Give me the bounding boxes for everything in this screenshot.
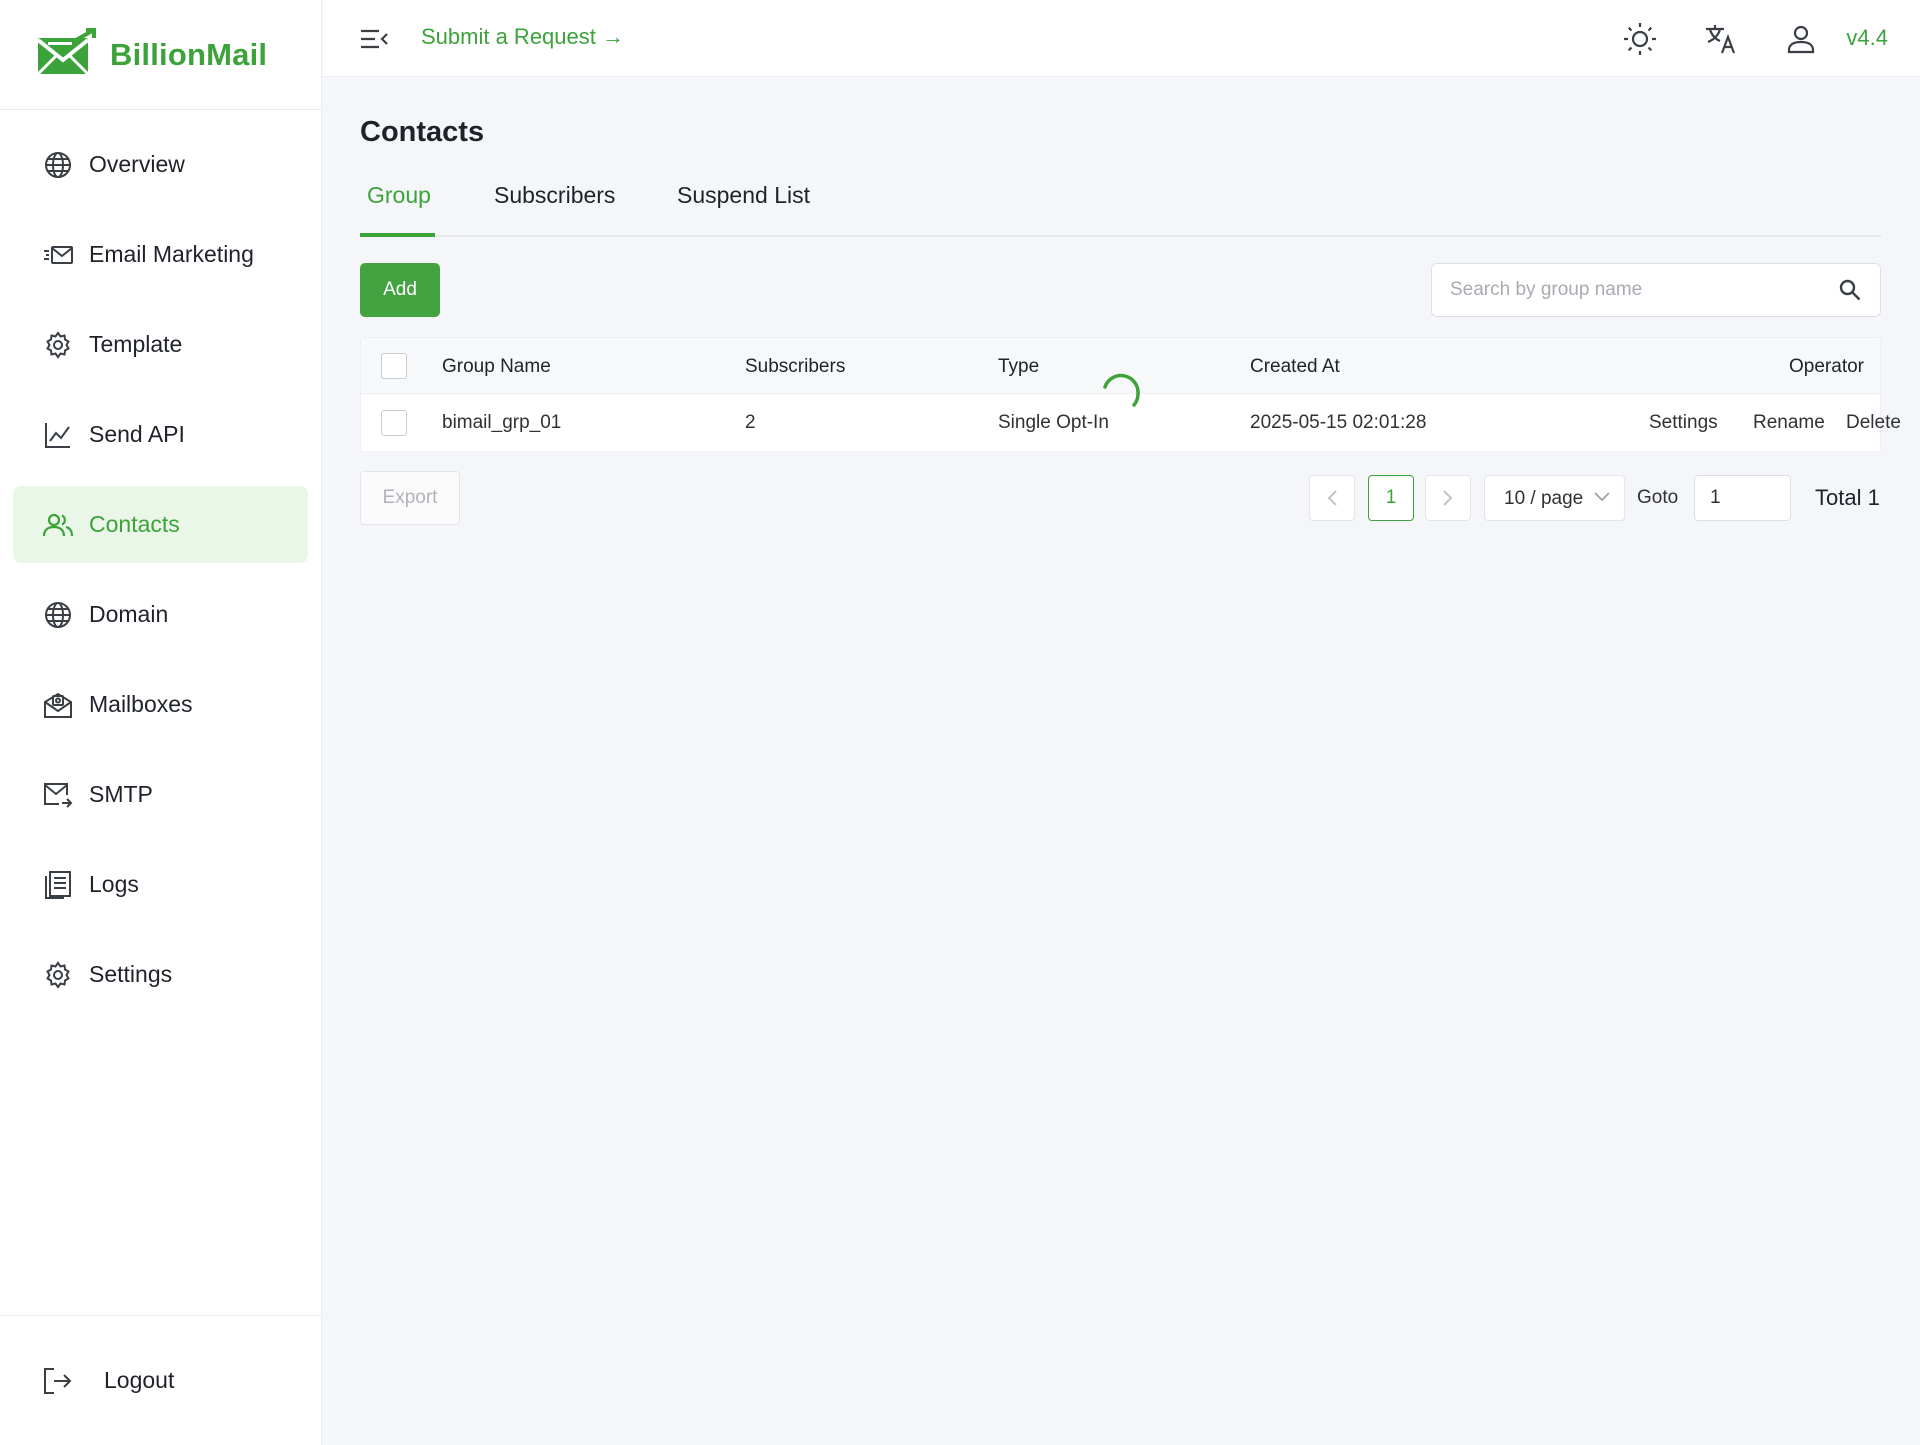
tab-subscribers[interactable]: Subscribers	[494, 182, 615, 209]
loading-spinner-icon	[1098, 371, 1144, 417]
sidebar-item-label: Logs	[89, 871, 139, 897]
export-button[interactable]: Export	[360, 471, 460, 525]
sidebar-item-label: Send API	[89, 421, 185, 447]
search-box	[1431, 263, 1881, 317]
sidebar-nav: Overview Email Marketing Template Send A…	[0, 110, 321, 1013]
tab-group[interactable]: Group	[367, 182, 431, 209]
prev-page-button[interactable]	[1309, 475, 1355, 521]
active-tab-indicator	[360, 233, 435, 237]
chevron-left-icon	[1327, 490, 1337, 506]
sidebar-item-template[interactable]: Template	[13, 306, 308, 383]
user-icon[interactable]	[1784, 22, 1818, 56]
created-at: 2025-05-15 02:01:28	[1250, 412, 1427, 433]
chevron-down-icon	[1594, 492, 1610, 502]
sidebar-item-email-marketing[interactable]: Email Marketing	[13, 216, 308, 293]
add-button[interactable]: Add	[360, 263, 440, 317]
page-number-button[interactable]: 1	[1368, 475, 1414, 521]
globe-icon	[43, 150, 73, 180]
sidebar-item-mailboxes[interactable]: Mailboxes	[13, 666, 308, 743]
subscribers-count: 2	[745, 412, 756, 433]
email-marketing-icon	[43, 240, 73, 270]
sidebar-item-label: Overview	[89, 151, 185, 177]
goto-page-input[interactable]	[1694, 475, 1791, 521]
sidebar: BillionMail Overview Email Marketing Tem…	[0, 0, 322, 1445]
submit-request-label: Submit a Request	[421, 24, 596, 49]
column-header-operator: Operator	[1789, 356, 1864, 377]
gear-icon	[43, 960, 73, 990]
page-size-select[interactable]: 10 / page	[1484, 475, 1625, 521]
sidebar-item-label: SMTP	[89, 781, 153, 807]
sidebar-item-overview[interactable]: Overview	[13, 126, 308, 203]
column-header-type: Type	[998, 356, 1040, 377]
document-icon	[43, 870, 73, 900]
sidebar-item-label: Email Marketing	[89, 241, 254, 267]
sidebar-item-settings[interactable]: Settings	[13, 936, 308, 1013]
sidebar-item-smtp[interactable]: SMTP	[13, 756, 308, 833]
sidebar-item-label: Settings	[89, 961, 173, 987]
globe-icon	[43, 600, 73, 630]
billionmail-logo-icon	[36, 28, 96, 81]
logout-label: Logout	[104, 1367, 175, 1393]
tabs-divider	[360, 235, 1881, 237]
gear-icon	[43, 330, 73, 360]
sidebar-item-label: Contacts	[89, 511, 180, 537]
column-header-group-name: Group Name	[442, 356, 551, 377]
delete-action[interactable]: Delete	[1846, 412, 1901, 434]
row-checkbox[interactable]	[381, 410, 407, 436]
search-input[interactable]	[1450, 264, 1830, 316]
brand-name: BillionMail	[110, 36, 268, 72]
rename-action[interactable]: Rename	[1753, 412, 1825, 434]
sidebar-item-send-api[interactable]: Send API	[13, 396, 308, 473]
menu-collapse-icon[interactable]	[359, 24, 389, 54]
arrow-right-icon: →	[602, 24, 624, 49]
tab-suspend-list[interactable]: Suspend List	[677, 182, 810, 209]
page-size-value: 10 / page	[1504, 488, 1584, 509]
translate-icon[interactable]	[1704, 22, 1738, 56]
mail-send-icon	[43, 780, 73, 810]
group-type: Single Opt-In	[998, 412, 1109, 433]
next-page-button[interactable]	[1425, 475, 1471, 521]
group-name-link[interactable]: bimail_grp_01	[442, 412, 561, 434]
total-count: Total 1	[1815, 485, 1880, 510]
version-label: v4.4	[1846, 25, 1888, 50]
goto-label: Goto	[1637, 487, 1679, 508]
main-content: Contacts Group Subscribers Suspend List …	[323, 78, 1920, 1445]
page-title: Contacts	[360, 116, 485, 148]
sidebar-item-contacts[interactable]: Contacts	[13, 486, 308, 563]
top-header: Submit a Request → v4.4	[323, 0, 1920, 77]
logout-button[interactable]: Logout	[0, 1315, 321, 1445]
line-chart-icon	[43, 420, 73, 450]
sidebar-item-domain[interactable]: Domain	[13, 576, 308, 653]
column-header-subscribers: Subscribers	[745, 356, 846, 377]
column-header-created-at: Created At	[1250, 356, 1340, 377]
sidebar-item-label: Mailboxes	[89, 691, 193, 717]
settings-action[interactable]: Settings	[1649, 412, 1718, 434]
submit-request-link[interactable]: Submit a Request →	[421, 24, 624, 50]
logo[interactable]: BillionMail	[0, 0, 321, 110]
sidebar-item-logs[interactable]: Logs	[13, 846, 308, 923]
mailbox-icon	[43, 690, 73, 720]
chevron-right-icon	[1443, 490, 1453, 506]
users-icon	[43, 510, 73, 540]
logout-icon	[42, 1366, 72, 1396]
search-icon[interactable]	[1838, 278, 1862, 302]
sidebar-item-label: Domain	[89, 601, 169, 627]
sidebar-item-label: Template	[89, 331, 183, 357]
sun-icon[interactable]	[1623, 22, 1657, 56]
select-all-checkbox[interactable]	[381, 353, 407, 379]
